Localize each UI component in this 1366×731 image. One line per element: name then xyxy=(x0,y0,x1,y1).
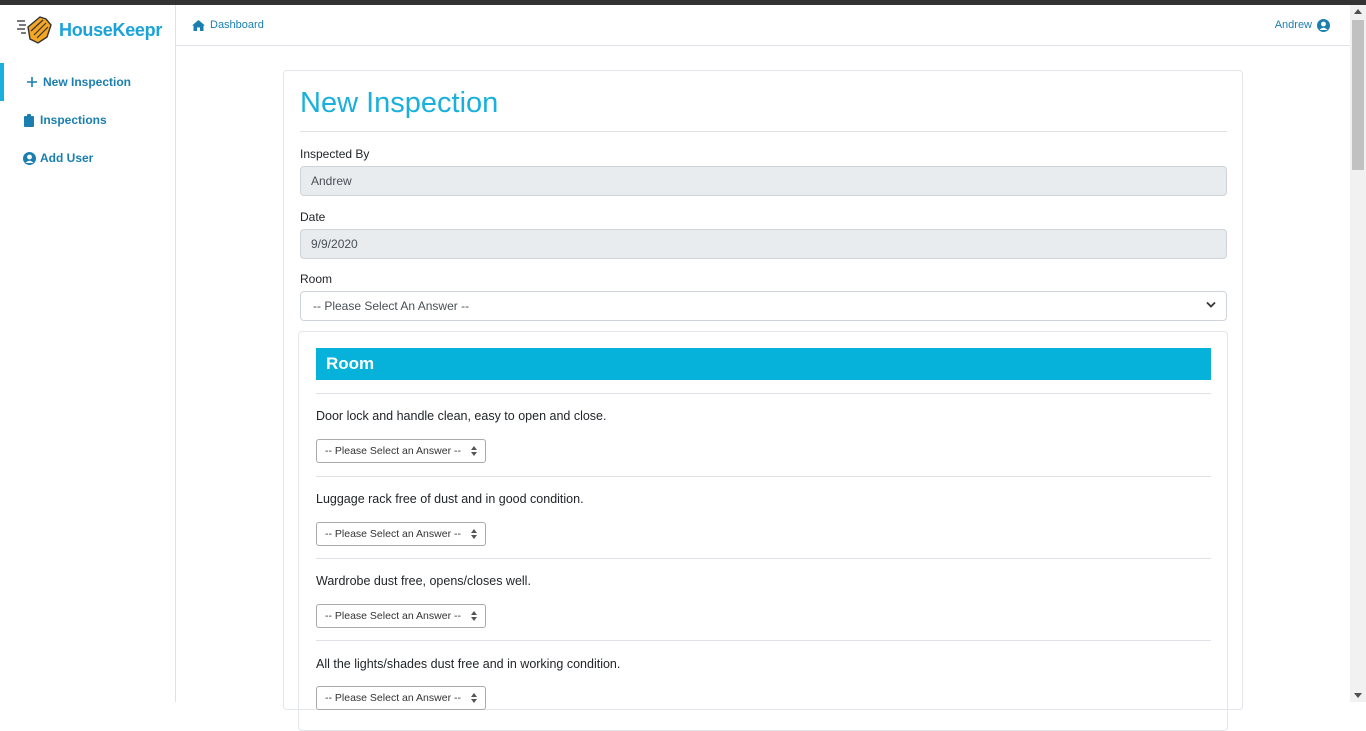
question-text: Door lock and handle clean, easy to open… xyxy=(316,409,607,423)
inspected-by-field: Andrew xyxy=(300,166,1227,196)
title-divider xyxy=(300,131,1227,132)
answer-select-value: -- Please Select an Answer -- xyxy=(325,528,461,540)
user-circle-icon xyxy=(1317,18,1330,32)
home-icon xyxy=(192,19,205,31)
answer-select[interactable]: -- Please Select an Answer -- xyxy=(316,604,486,628)
sidebar-item-label: Add User xyxy=(40,151,94,165)
date-field: 9/9/2020 xyxy=(300,229,1227,259)
sidebar: HouseKeepr New Inspection Inspections Ad… xyxy=(0,5,176,702)
question-divider xyxy=(316,640,1211,641)
answer-select-value: -- Please Select an Answer -- xyxy=(325,445,461,457)
user-menu[interactable]: Andrew xyxy=(1275,5,1330,45)
question-divider xyxy=(316,476,1211,477)
answer-select[interactable]: -- Please Select an Answer -- xyxy=(316,439,486,463)
page-title: New Inspection xyxy=(300,87,499,119)
room-label: Room xyxy=(300,272,333,286)
question-text: Luggage rack free of dust and in good co… xyxy=(316,492,584,506)
sort-arrows-icon xyxy=(471,611,477,621)
logo-text: HouseKeepr xyxy=(59,19,163,40)
user-circle-icon xyxy=(22,151,36,165)
breadcrumb-label: Dashboard xyxy=(210,19,264,31)
answer-select[interactable]: -- Please Select an Answer -- xyxy=(316,522,486,546)
section-header: Room xyxy=(316,348,1211,380)
inspected-by-value: Andrew xyxy=(311,174,352,188)
room-select[interactable]: -- Please Select An Answer -- xyxy=(300,291,1227,321)
question-text: Wardrobe dust free, opens/closes well. xyxy=(316,574,531,588)
room-select-value: -- Please Select An Answer -- xyxy=(313,299,470,313)
answer-select[interactable]: -- Please Select an Answer -- xyxy=(316,686,486,710)
inspected-by-label: Inspected By xyxy=(300,147,370,161)
scrollbar-thumb[interactable] xyxy=(1352,20,1364,170)
scroll-down-arrow-icon[interactable] xyxy=(1354,693,1362,698)
page-scrollbar[interactable] xyxy=(1350,5,1366,702)
top-header: Dashboard Andrew xyxy=(176,5,1350,46)
sidebar-item-add-user[interactable]: Add User xyxy=(0,139,176,177)
sort-arrows-icon xyxy=(471,693,477,703)
chevron-down-icon xyxy=(1206,301,1216,308)
logo-hand-icon xyxy=(16,15,54,45)
date-value: 9/9/2020 xyxy=(311,237,358,251)
app-logo[interactable]: HouseKeepr xyxy=(16,15,162,45)
sidebar-item-label: Inspections xyxy=(40,113,107,127)
date-label: Date xyxy=(300,210,326,224)
answer-select-value: -- Please Select an Answer -- xyxy=(325,692,461,704)
question-divider xyxy=(316,393,1211,394)
scroll-up-arrow-icon[interactable] xyxy=(1354,9,1362,14)
question-divider xyxy=(316,558,1211,559)
sidebar-nav: New Inspection Inspections Add User xyxy=(0,63,176,177)
clipboard-icon xyxy=(22,113,36,127)
plus-icon xyxy=(25,75,39,89)
breadcrumb-dashboard[interactable]: Dashboard xyxy=(192,5,264,45)
sort-arrows-icon xyxy=(471,529,477,539)
answer-select-value: -- Please Select an Answer -- xyxy=(325,610,461,622)
room-section: Room Door lock and handle clean, easy to… xyxy=(298,331,1228,731)
user-name: Andrew xyxy=(1274,19,1312,31)
sidebar-item-new-inspection[interactable]: New Inspection xyxy=(0,63,176,101)
sidebar-item-inspections[interactable]: Inspections xyxy=(0,101,176,139)
sidebar-item-label: New Inspection xyxy=(43,75,132,89)
inspection-form-card: New Inspection Inspected By Andrew Date … xyxy=(283,70,1243,731)
sort-arrows-icon xyxy=(471,446,477,456)
question-text: All the lights/shades dust free and in w… xyxy=(316,657,621,671)
